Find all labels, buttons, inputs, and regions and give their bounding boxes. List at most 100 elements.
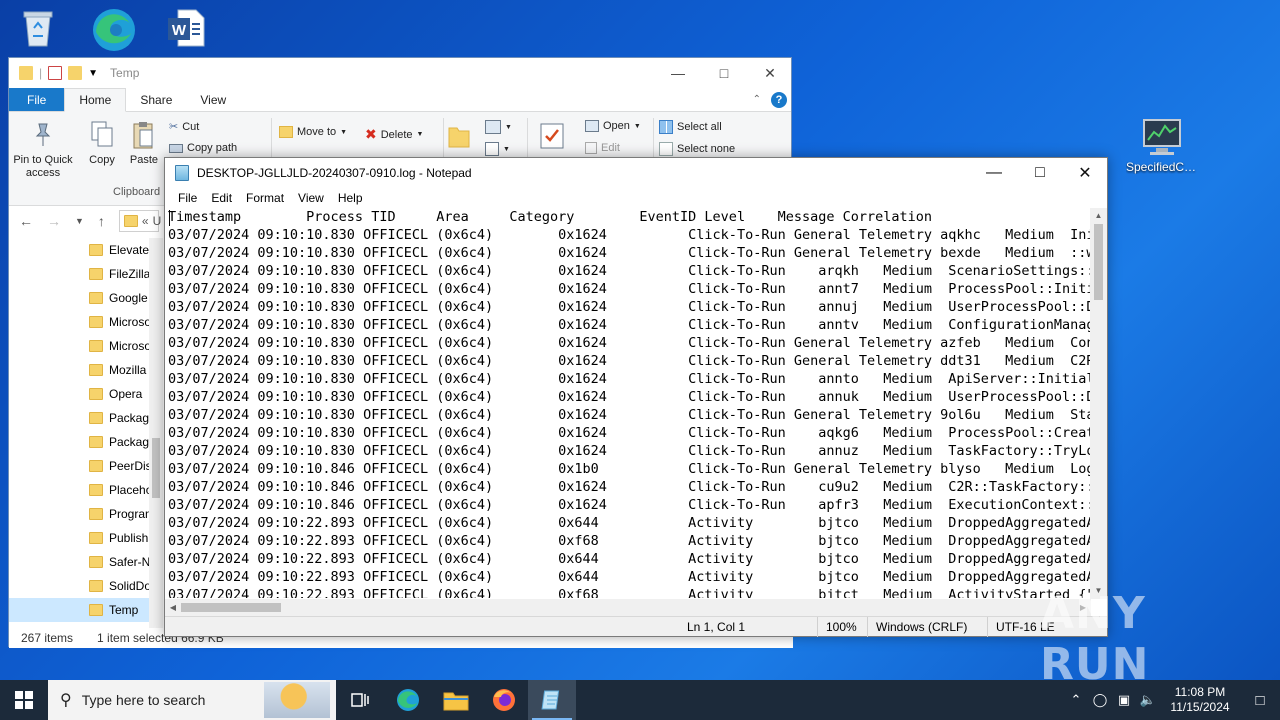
- log-line: 03/07/2024 09:10:22.893 OFFICECL (0x6c4)…: [168, 569, 1092, 585]
- nav-item[interactable]: Packag: [9, 430, 163, 454]
- new-item-button[interactable]: ▼: [485, 120, 512, 134]
- new-folder-icon[interactable]: [68, 66, 83, 80]
- edge-icon[interactable]: [76, 6, 148, 51]
- menu-format[interactable]: Format: [239, 191, 291, 205]
- horizontal-scroll-thumb[interactable]: [181, 603, 281, 612]
- log-line: 03/07/2024 09:10:10.830 OFFICECL (0x6c4)…: [168, 425, 1092, 441]
- tab-share[interactable]: Share: [126, 88, 186, 111]
- nav-item-temp[interactable]: Temp: [9, 598, 163, 622]
- address-bar[interactable]: « U: [118, 210, 161, 232]
- minimize-button[interactable]: —: [971, 158, 1017, 188]
- nav-item[interactable]: Placeho: [9, 478, 163, 502]
- menu-view[interactable]: View: [291, 191, 331, 205]
- nav-item[interactable]: Publish: [9, 526, 163, 550]
- folder-icon: [89, 532, 103, 544]
- maximize-button[interactable]: □: [701, 58, 747, 88]
- maximize-button[interactable]: □: [1017, 158, 1063, 188]
- task-view-button[interactable]: [336, 680, 384, 720]
- recent-locations-chevron-icon[interactable]: ▼: [75, 216, 84, 226]
- folder-icon: [89, 436, 103, 448]
- chevron-down-icon: ▼: [633, 122, 641, 130]
- folder-icon: [89, 580, 103, 592]
- folder-icon: [89, 292, 103, 304]
- folder-icon: [89, 316, 103, 328]
- edit-button[interactable]: Edit: [585, 142, 620, 154]
- cut-button[interactable]: ✂ Cut: [169, 120, 199, 134]
- shield-icon[interactable]: ◯: [1088, 692, 1112, 708]
- nav-item[interactable]: Packag: [9, 406, 163, 430]
- properties-button[interactable]: [529, 122, 575, 156]
- properties-icon[interactable]: [48, 66, 63, 80]
- text-editor[interactable]: Timestamp Process TID Area Category Even…: [168, 208, 1092, 598]
- up-arrow-icon[interactable]: ↑: [98, 213, 105, 229]
- file-explorer-taskbar-button[interactable]: [432, 680, 480, 720]
- word-icon[interactable]: W: [150, 6, 222, 50]
- nav-item[interactable]: Mozilla: [9, 358, 163, 382]
- close-button[interactable]: ✕: [747, 58, 793, 88]
- paste-icon: [130, 120, 158, 150]
- new-folder-button[interactable]: [437, 122, 481, 156]
- clock[interactable]: 11:08 PM 11/15/2024: [1160, 685, 1240, 715]
- nav-item[interactable]: Microso: [9, 310, 163, 334]
- menu-file[interactable]: File: [171, 191, 204, 205]
- minimize-button[interactable]: —: [655, 58, 701, 88]
- edge-taskbar-button[interactable]: [384, 680, 432, 720]
- firefox-taskbar-button[interactable]: [480, 680, 528, 720]
- nav-item[interactable]: SolidDo: [9, 574, 163, 598]
- back-arrow-icon[interactable]: ←: [19, 213, 33, 229]
- menu-edit[interactable]: Edit: [204, 191, 239, 205]
- nav-item[interactable]: FileZilla: [9, 262, 163, 286]
- taskbar-search-box[interactable]: ⚲ Type here to search: [48, 680, 336, 720]
- new-item-icon: [485, 120, 501, 134]
- volume-icon[interactable]: 🔈: [1136, 692, 1160, 708]
- windows-logo-icon: [15, 691, 33, 709]
- easy-access-button[interactable]: ▼: [485, 142, 510, 156]
- nav-item[interactable]: Microso: [9, 334, 163, 358]
- start-button[interactable]: [0, 680, 48, 720]
- horizontal-scrollbar[interactable]: ◀ ▶: [165, 599, 1091, 616]
- item-count: 267 items: [21, 631, 74, 645]
- nav-item[interactable]: Google: [9, 286, 163, 310]
- nav-scroll-thumb[interactable]: [152, 438, 160, 498]
- move-to-button[interactable]: Move to ▼: [279, 126, 347, 138]
- notepad-status-bar: Ln 1, Col 1 100% Windows (CRLF) UTF-16 L…: [165, 616, 1107, 637]
- tab-view[interactable]: View: [186, 88, 240, 111]
- network-icon[interactable]: ▣: [1112, 692, 1136, 708]
- open-button[interactable]: Open ▼: [585, 120, 641, 132]
- folder-icon: [89, 604, 103, 616]
- vertical-scroll-thumb[interactable]: [1094, 224, 1103, 300]
- menu-help[interactable]: Help: [331, 191, 370, 205]
- notepad-window: DESKTOP-JGLLJLD-20240307-0910.log - Note…: [164, 157, 1108, 637]
- vertical-scrollbar[interactable]: ▲ ▼: [1090, 208, 1107, 599]
- scroll-left-icon[interactable]: ◀: [165, 599, 181, 616]
- nav-item[interactable]: Opera: [9, 382, 163, 406]
- forward-arrow-icon[interactable]: →: [47, 213, 61, 229]
- nav-item[interactable]: Safer-N: [9, 550, 163, 574]
- nav-scrollbar[interactable]: [149, 238, 163, 628]
- copy-path-button[interactable]: Copy path: [169, 142, 237, 154]
- notepad-taskbar-button[interactable]: [528, 680, 576, 720]
- close-button[interactable]: ✕: [1062, 158, 1108, 188]
- specified-ca-shortcut[interactable]: SpecifiedCa...: [1126, 116, 1198, 174]
- scroll-up-icon[interactable]: ▲: [1090, 208, 1107, 224]
- customize-toolbar-icon[interactable]: ▼: [88, 68, 98, 79]
- chevron-down-icon: ▼: [503, 145, 510, 153]
- delete-button[interactable]: ✖ Delete ▼: [365, 126, 423, 143]
- collapse-ribbon-icon[interactable]: ⌃: [753, 94, 761, 105]
- nav-item[interactable]: Progran: [9, 502, 163, 526]
- show-hidden-icons-chevron-icon[interactable]: ⌃: [1064, 692, 1088, 708]
- log-line: 03/07/2024 09:10:10.830 OFFICECL (0x6c4)…: [168, 353, 1092, 369]
- nav-item[interactable]: PeerDis: [9, 454, 163, 478]
- notifications-icon[interactable]: □: [1240, 692, 1280, 709]
- pin-to-quick-access-button[interactable]: Pin to Quick access: [13, 120, 73, 180]
- tab-home[interactable]: Home: [64, 88, 127, 112]
- nav-item[interactable]: Elevate: [9, 238, 163, 262]
- select-none-button[interactable]: Select none: [659, 142, 735, 156]
- select-all-button[interactable]: Select all: [659, 120, 722, 134]
- tab-file[interactable]: File: [9, 88, 65, 111]
- folder-icon: [19, 66, 33, 80]
- chevron-down-icon: ▼: [340, 128, 348, 136]
- help-icon[interactable]: ?: [771, 91, 787, 108]
- recycle-bin-icon[interactable]: [2, 6, 74, 50]
- folder-icon: [89, 556, 103, 568]
